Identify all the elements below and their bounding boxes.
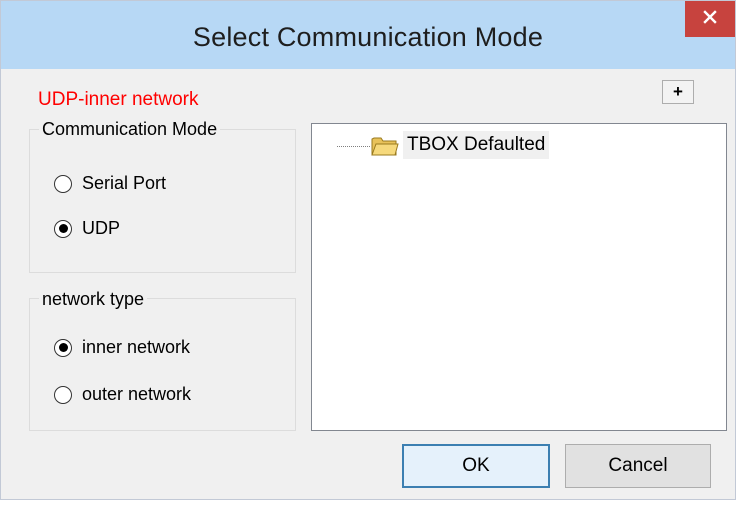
radio-udp[interactable]: UDP <box>54 218 120 239</box>
folder-icon <box>371 135 399 157</box>
radio-label: UDP <box>82 218 121 238</box>
radio-button-checked-icon[interactable] <box>54 338 72 357</box>
device-tree-view[interactable]: TBOX Defaulted <box>311 123 727 431</box>
add-button[interactable]: + <box>662 80 694 104</box>
close-button[interactable] <box>685 1 735 37</box>
tree-item-label[interactable]: TBOX Defaulted <box>403 131 550 159</box>
radio-label: Serial Port <box>82 173 167 193</box>
radio-serial-port[interactable]: Serial Port <box>54 173 166 194</box>
radio-label: inner network <box>82 337 191 357</box>
radio-button-checked-icon[interactable] <box>54 219 72 238</box>
radio-outer-network[interactable]: outer network <box>54 384 191 405</box>
network-type-group <box>29 298 296 431</box>
status-label: UDP-inner network <box>38 89 199 110</box>
cancel-button[interactable]: Cancel <box>565 444 711 488</box>
radio-dot <box>58 343 68 352</box>
title-bar[interactable]: Select Communication Mode <box>1 1 735 69</box>
communication-mode-group <box>29 129 296 273</box>
radio-inner-network[interactable]: inner network <box>54 337 190 358</box>
radio-button-icon[interactable] <box>54 385 72 404</box>
window-title: Select Communication Mode <box>192 22 544 52</box>
dialog-window: Select Communication Mode UDP-inner netw… <box>0 0 736 500</box>
close-icon <box>702 9 718 30</box>
communication-mode-legend: Communication Mode <box>39 118 221 140</box>
network-type-legend: network type <box>39 288 148 310</box>
ok-button[interactable]: OK <box>402 444 550 488</box>
radio-dot <box>58 224 68 233</box>
radio-label: outer network <box>82 384 192 404</box>
radio-button-icon[interactable] <box>54 174 72 193</box>
tree-connector-line <box>337 146 370 148</box>
